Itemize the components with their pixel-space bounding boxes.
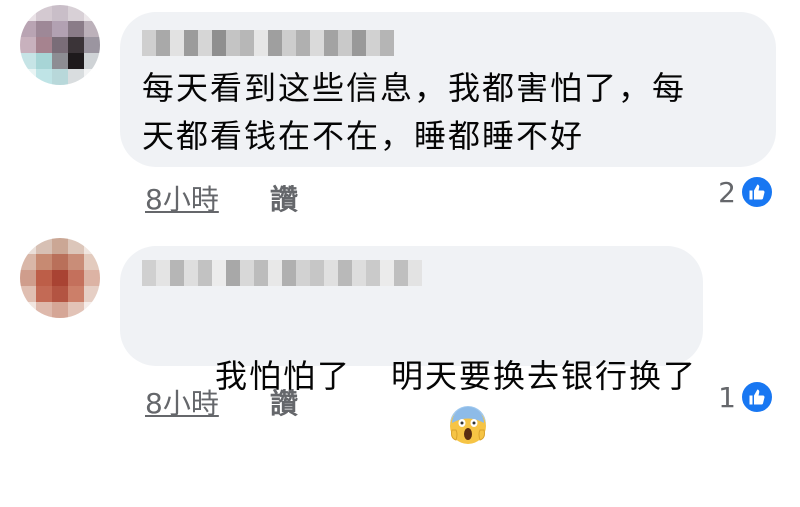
author-name-blurred[interactable]: [142, 260, 422, 286]
like-button[interactable]: 讚: [270, 382, 298, 422]
comment-text-part-2: 明天要换去银行换了: [391, 357, 698, 395]
timestamp-link[interactable]: 8小時: [145, 387, 219, 420]
reaction-count: 1: [718, 380, 736, 414]
comment-meta: 8小時 讚: [145, 382, 298, 422]
avatar[interactable]: [20, 238, 100, 318]
comment-2: 我怕怕了 明天要换去银行换了 8小時 讚 1: [0, 0, 800, 444]
like-thumb-icon: [740, 380, 774, 414]
comment-text: 我怕怕了 明天要换去银行换了: [142, 304, 697, 448]
reaction-summary[interactable]: 1: [718, 380, 774, 414]
comment-bubble: 我怕怕了 明天要换去银行换了: [120, 246, 703, 444]
face-screaming-in-fear-emoji: [351, 358, 487, 444]
